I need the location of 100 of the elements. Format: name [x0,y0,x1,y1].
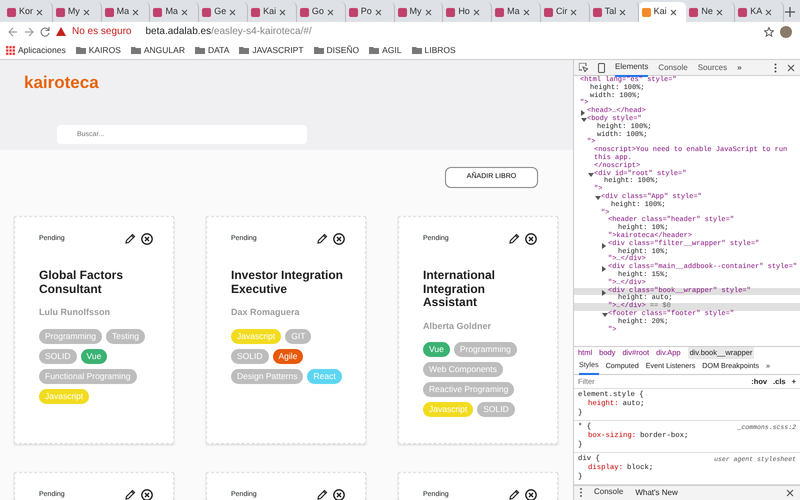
star-icon[interactable] [764,26,774,36]
close-icon[interactable] [570,8,578,16]
pencil-icon[interactable] [508,233,520,245]
book-title: Investor Integration Executive [231,269,344,296]
folder-icon [412,46,422,54]
toggle-icon[interactable] [602,266,606,272]
devtools-tab[interactable]: Console [658,60,688,76]
tag: Programming [39,328,102,344]
tag: Javascript [231,328,282,344]
apps-link[interactable]: Aplicaciones [6,44,66,56]
back-icon[interactable] [8,26,18,36]
browser-tab[interactable]: Go [296,2,346,22]
site-icon [689,8,698,16]
drawer-tab[interactable]: Console [594,484,624,500]
close-icon[interactable] [180,8,188,16]
book-title: International Integration Assistant [423,269,496,310]
forward-icon[interactable] [24,26,34,36]
close-circle-icon[interactable] [525,233,537,245]
bookmark-folder[interactable]: ANGULAR [130,44,185,56]
tag: Testing [106,328,145,344]
close-circle-icon[interactable] [333,233,345,245]
site-icon [446,8,456,16]
pencil-icon[interactable] [124,489,136,500]
browser-tab[interactable]: Kor [4,2,53,22]
browser-tab[interactable]: My [394,2,444,22]
close-icon[interactable] [472,8,480,16]
kebab-menu-icon[interactable] [774,62,777,72]
bookmark-folder[interactable]: AGIL [369,44,402,56]
bookmark-folder[interactable]: JAVASCRIPT [239,44,304,56]
browser-tab[interactable]: Kai [248,2,297,22]
bookmark-folder[interactable]: LIBROS [412,44,456,56]
close-circle-icon[interactable] [141,233,153,245]
close-circle-icon[interactable] [525,489,537,500]
close-icon[interactable] [229,8,236,16]
browser-tab[interactable]: Ma [150,2,200,22]
site-icon [495,8,504,16]
site-icon [544,8,553,16]
close-icon[interactable] [786,488,794,497]
browser-tab[interactable]: Ne [686,2,736,22]
browser-tab[interactable]: Ge [199,2,248,22]
reload-icon[interactable] [40,26,50,36]
devtools-tab[interactable]: Elements [615,60,648,76]
pencil-icon[interactable] [508,489,520,500]
tag: Functional Programing [39,368,137,384]
browser-tab[interactable]: Tal [590,2,639,22]
more-tabs-button[interactable]: » [737,62,742,74]
close-icon[interactable] [424,8,432,16]
toggle-icon[interactable] [602,290,606,296]
pencil-icon[interactable] [316,233,328,245]
security-status[interactable]: No es seguro [72,24,132,39]
warning-icon [56,27,66,36]
inspect-icon[interactable] [579,63,588,72]
browser-tab[interactable]: Ho [443,2,492,22]
tag: Reactive Programing [423,382,514,397]
browser-tab[interactable]: Ma [102,2,150,22]
browser-tab[interactable]: Cir [540,2,590,22]
close-icon[interactable] [765,8,772,16]
drag-handle-icon[interactable] [580,488,582,498]
toggle-icon[interactable] [588,172,594,177]
toggle-icon[interactable] [581,110,585,116]
browser-tab[interactable]: KA [735,2,784,22]
pencil-icon[interactable] [316,489,328,500]
pencil-icon[interactable] [124,233,136,245]
drawer-tab[interactable]: What's New [635,484,678,500]
url-host[interactable]: beta.adalab.es [145,24,212,39]
close-circle-icon[interactable] [333,489,345,500]
tag: Vue [80,348,108,364]
browser-tab[interactable]: Po [346,2,394,22]
close-icon[interactable] [670,8,677,16]
close-icon[interactable] [716,8,723,16]
bookmark-folder[interactable]: DISEÑO [314,44,360,56]
folder-icon [369,46,380,54]
close-icon[interactable] [132,8,140,16]
devtools-tab[interactable]: Sources [698,60,728,76]
logo-text: kairoteca [24,72,100,94]
close-icon[interactable] [36,8,44,16]
close-icon[interactable] [619,8,626,16]
toggle-icon[interactable] [602,242,606,249]
site-icon [104,8,114,16]
browser-tab[interactable]: Kai [638,2,686,22]
device-icon[interactable] [598,62,605,72]
toggle-icon[interactable] [602,312,608,317]
close-circle-icon[interactable] [141,489,153,500]
browser-tab[interactable]: My [52,2,102,22]
toggle-icon[interactable] [581,118,587,122]
close-icon[interactable] [374,8,382,16]
close-icon[interactable] [279,8,286,16]
browser-tab[interactable]: Ma [492,2,541,22]
site-icon [251,8,260,16]
tag: React [307,368,342,384]
avatar-icon[interactable] [780,26,792,38]
bookmark-folder[interactable]: KAIROS [76,44,121,56]
bookmark-folder[interactable]: DATA [194,44,230,56]
close-icon[interactable] [787,64,795,72]
close-icon[interactable] [326,8,334,16]
close-icon[interactable] [82,8,90,16]
close-icon[interactable] [522,8,530,16]
toggle-icon[interactable] [595,196,601,200]
tag: Vue [423,342,450,357]
url-path[interactable]: /easley-s4-kairoteca/#/ [211,24,312,39]
